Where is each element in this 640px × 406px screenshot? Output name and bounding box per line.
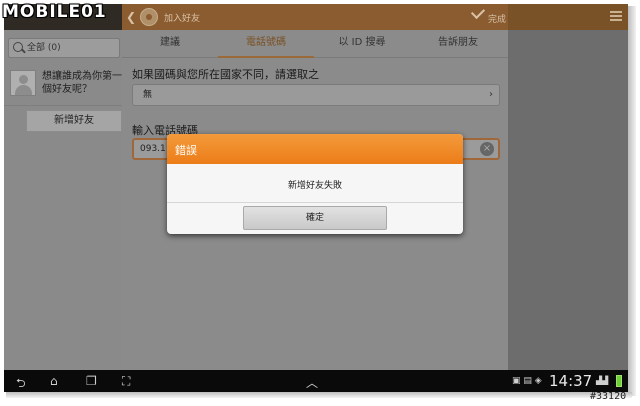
- chevron-up-icon[interactable]: ︿: [306, 374, 318, 391]
- add-friend-header: ❮ 加入好友 完成: [122, 4, 508, 30]
- country-code-label: 如果國碼與您所在國家不同，請選取之: [132, 68, 319, 81]
- system-navigation-bar: ⮌ ⌂ ❐ ⛶ ︿ ▣ ▤ ◈ 14:37 ▟▟: [4, 370, 628, 392]
- battery-icon: [616, 375, 622, 387]
- tab-search-id[interactable]: 以 ID 搜尋: [314, 30, 410, 58]
- screenshot-icon[interactable]: ⛶: [122, 374, 130, 389]
- tab-phone-number[interactable]: 電話號碼: [218, 30, 314, 58]
- friends-search-input[interactable]: 全部 (0): [8, 38, 120, 58]
- dialog-header: 錯誤: [167, 134, 463, 164]
- signal-icon: ▟▟: [596, 376, 609, 385]
- avatar-icon: [10, 70, 36, 96]
- back-icon[interactable]: ⮌: [16, 374, 26, 392]
- done-button[interactable]: 完成: [488, 12, 506, 25]
- chevron-right-icon: ›: [489, 89, 493, 100]
- tablet-screen: ❮ 加入好友 完成 全部 (0) 想讓誰成為你第一個好友呢？ 新增好友 建議 電…: [4, 4, 628, 392]
- dialog-title: 錯誤: [175, 144, 197, 157]
- back-arrow-icon[interactable]: ❮: [126, 10, 136, 24]
- check-icon[interactable]: [470, 4, 486, 20]
- watermark-logo: MOBILE01: [2, 2, 107, 22]
- add-friend-button[interactable]: 新增好友: [26, 110, 122, 132]
- home-icon[interactable]: ⌂: [50, 374, 58, 388]
- tab-suggestions[interactable]: 建議: [122, 30, 218, 58]
- header-title: 加入好友: [164, 14, 201, 24]
- clock: 14:37: [549, 372, 593, 390]
- app-logo-icon: [140, 8, 158, 26]
- phone-number-value: 093.1: [140, 144, 166, 154]
- watermark-stamp: #33120: [590, 391, 627, 402]
- frame-shadow-bottom: [6, 392, 632, 398]
- frame-shadow-right: [628, 6, 636, 396]
- search-placeholder: 全部 (0): [27, 43, 61, 53]
- dialog-message: 新增好友失敗: [287, 181, 342, 191]
- clear-icon[interactable]: ×: [480, 142, 494, 156]
- list-item[interactable]: 想讓誰成為你第一個好友呢？: [4, 66, 122, 106]
- ok-button[interactable]: 確定: [243, 206, 387, 230]
- country-code-select[interactable]: 無 ›: [132, 84, 500, 106]
- notification-icons: ▣ ▤ ◈: [512, 376, 542, 386]
- friends-list-panel: 全部 (0) 想讓誰成為你第一個好友呢？ 新增好友: [4, 30, 122, 370]
- right-empty-area: [508, 30, 628, 370]
- menu-icon[interactable]: [610, 11, 622, 21]
- dialog-divider: [167, 202, 463, 203]
- right-top-bar: [508, 4, 628, 30]
- tab-bar: 建議 電話號碼 以 ID 搜尋 告訴朋友: [122, 30, 508, 58]
- recent-apps-icon[interactable]: ❐: [86, 374, 97, 388]
- tab-tell-friends[interactable]: 告訴朋友: [410, 30, 506, 58]
- empty-list-prompt: 想讓誰成為你第一個好友呢？: [42, 71, 122, 95]
- error-dialog: 錯誤 新增好友失敗 確定: [167, 134, 463, 234]
- country-code-value: 無: [143, 90, 153, 100]
- screenshot-frame: ❮ 加入好友 完成 全部 (0) 想讓誰成為你第一個好友呢？ 新增好友 建議 電…: [0, 0, 640, 406]
- search-icon: [13, 42, 23, 52]
